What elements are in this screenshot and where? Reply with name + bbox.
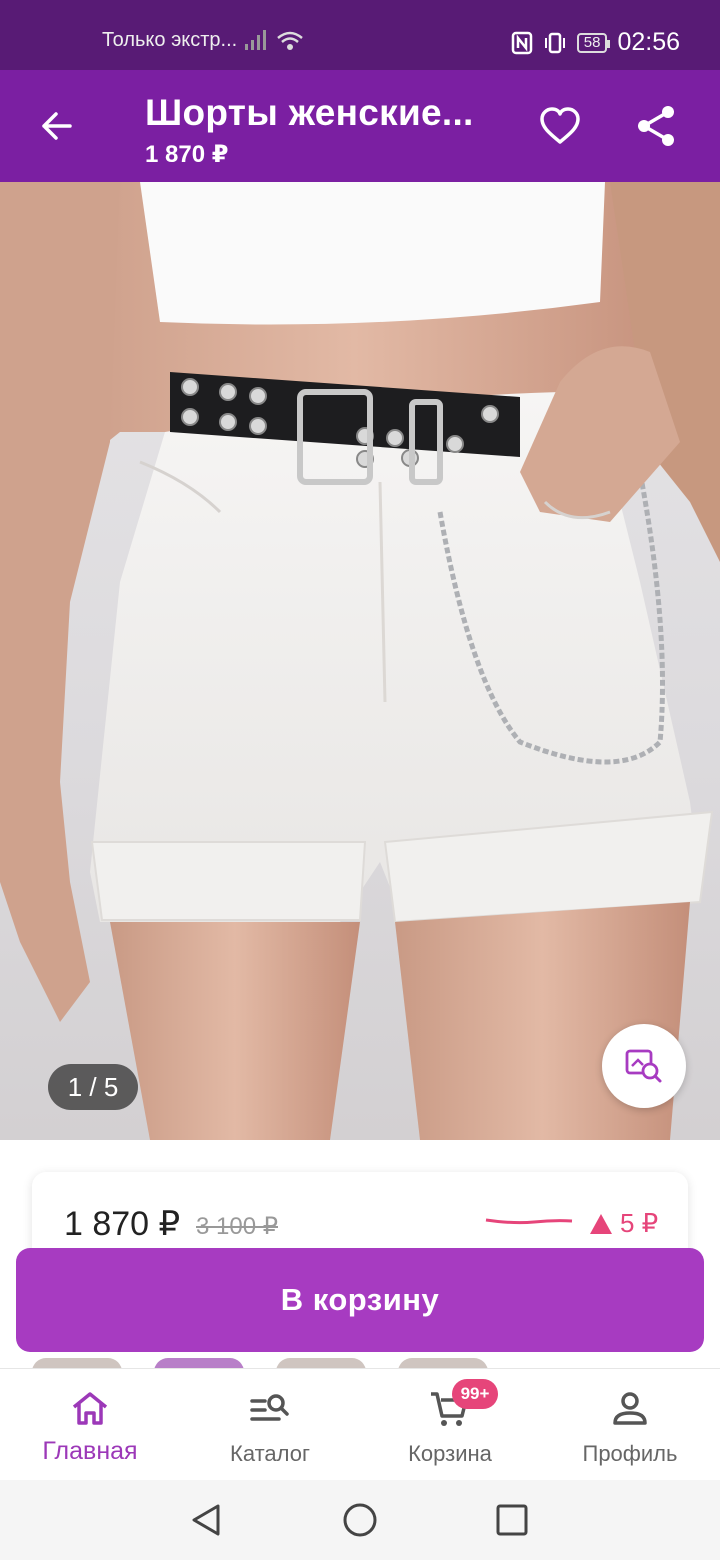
square-recents-icon xyxy=(496,1504,528,1536)
back-button[interactable] xyxy=(34,104,78,148)
current-price: 1 870 ₽ xyxy=(64,1205,181,1243)
price-trend-line xyxy=(485,1218,573,1225)
heart-icon xyxy=(540,107,580,144)
thumbnail[interactable] xyxy=(32,1358,122,1368)
clock: 02:56 xyxy=(617,28,680,56)
nav-catalog[interactable]: Каталог xyxy=(180,1369,360,1481)
product-photo xyxy=(0,182,720,1140)
add-to-cart-button[interactable]: В корзину xyxy=(16,1248,704,1352)
nav-cart[interactable]: 99+ Корзина xyxy=(360,1369,540,1481)
price-change-value: 5 ₽ xyxy=(620,1208,659,1238)
system-recents-button[interactable] xyxy=(492,1500,532,1540)
thumbnail[interactable] xyxy=(398,1358,488,1368)
nav-home[interactable]: Главная xyxy=(0,1369,180,1481)
image-search-icon xyxy=(625,1049,662,1083)
system-back-button[interactable] xyxy=(186,1500,226,1540)
header-price: 1 870 ₽ xyxy=(145,141,229,168)
profile-icon xyxy=(608,1387,652,1431)
product-title: Шорты женские... xyxy=(145,92,474,133)
gallery-counter: 1 / 5 xyxy=(48,1064,138,1110)
thumbnail-strip xyxy=(0,1356,720,1368)
product-page: Только экстр... 58 02:56 Шорты женские..… xyxy=(0,0,720,1560)
battery-indicator: 58 xyxy=(576,32,611,53)
wifi-icon xyxy=(277,31,304,50)
cart-count-badge: 99+ xyxy=(452,1379,498,1409)
vibrate-icon xyxy=(544,32,565,53)
triangle-back-icon xyxy=(192,1504,220,1536)
app-header: Шорты женские... 1 870 ₽ xyxy=(0,70,720,182)
nav-cart-label: Корзина xyxy=(408,1441,492,1466)
nav-profile-label: Профиль xyxy=(582,1441,678,1466)
status-bar: Только экстр... 58 02:56 xyxy=(0,0,720,70)
system-navigation-bar xyxy=(0,1480,720,1560)
carrier-text: Только экстр... xyxy=(102,28,238,51)
nfc-icon xyxy=(511,31,532,54)
bottom-navigation: Главная Каталог 99+ Корзина Профиль xyxy=(0,1368,720,1480)
system-home-button[interactable] xyxy=(340,1500,380,1540)
nav-catalog-label: Каталог xyxy=(230,1441,310,1466)
status-right: 58 02:56 xyxy=(511,28,680,57)
cart-icon: 99+ xyxy=(428,1379,498,1431)
visual-search-button[interactable] xyxy=(602,1024,686,1108)
old-price: 3 100 ₽ xyxy=(196,1213,278,1240)
favorite-button[interactable] xyxy=(536,102,584,150)
status-left: Только экстр... xyxy=(102,28,305,52)
share-icon xyxy=(638,106,674,146)
nav-profile[interactable]: Профиль xyxy=(540,1369,720,1481)
catalog-search-icon xyxy=(248,1387,292,1431)
thumbnail[interactable] xyxy=(154,1358,244,1368)
price-up-icon xyxy=(590,1213,612,1234)
signal-icon xyxy=(245,30,267,50)
price-change: 5 ₽ xyxy=(590,1208,658,1239)
nav-home-label: Главная xyxy=(42,1437,138,1465)
product-gallery[interactable]: 1 / 5 xyxy=(0,182,720,1140)
circle-home-icon xyxy=(343,1503,377,1537)
arrow-left-icon xyxy=(42,112,72,140)
home-icon xyxy=(68,1387,112,1431)
share-button[interactable] xyxy=(632,102,680,150)
thumbnail[interactable] xyxy=(276,1358,366,1368)
